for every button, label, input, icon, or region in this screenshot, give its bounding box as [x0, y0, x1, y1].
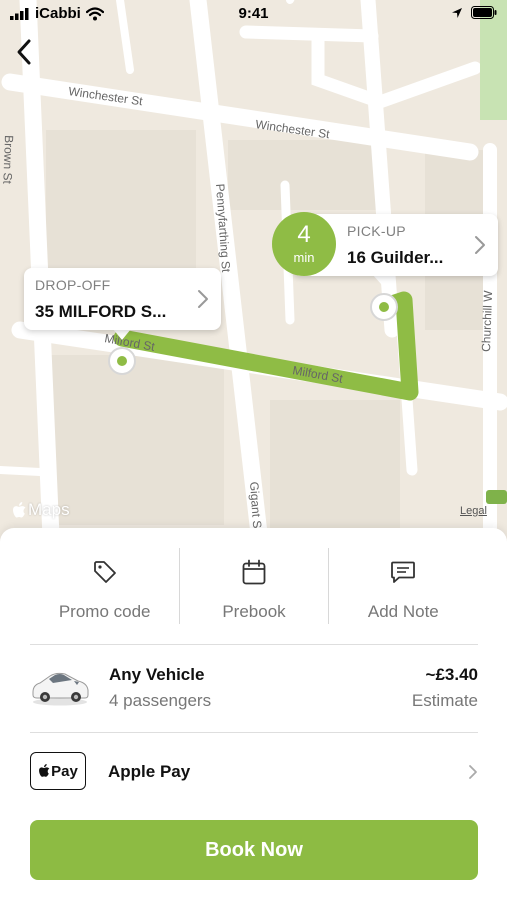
- action-row: Promo code Prebook Add Note: [30, 546, 478, 626]
- pickup-address: 16 Guilder...: [347, 248, 444, 267]
- legal-link[interactable]: Legal: [460, 505, 487, 517]
- vehicle-option[interactable]: Any Vehicle 4 passengers ~£3.40 Estimate: [30, 646, 478, 732]
- section-divider: [30, 732, 478, 733]
- dropoff-callout[interactable]: DROP-OFF 35 MILFORD S...: [24, 268, 221, 330]
- maps-label: Maps: [28, 500, 70, 519]
- chevron-left-icon: [17, 39, 31, 65]
- battery-icon: [471, 6, 497, 19]
- chevron-right-icon: [469, 765, 477, 779]
- booking-screen: Winchester St Winchester St Brown St Pen…: [0, 0, 507, 900]
- fare-price: ~£3.40: [425, 665, 478, 684]
- dropoff-address: 35 MILFORD S...: [35, 302, 167, 321]
- car-icon: [32, 672, 89, 706]
- promo-code-button[interactable]: Promo code: [30, 546, 179, 626]
- pickup-pin-icon: [370, 293, 398, 321]
- status-right-group: [451, 6, 497, 19]
- action-divider: [328, 548, 329, 624]
- maps-logo: Maps: [12, 500, 70, 520]
- vehicle-name: Any Vehicle: [109, 665, 205, 684]
- note-icon: [391, 561, 416, 583]
- payment-method-row[interactable]: Pay Apple Pay: [30, 734, 478, 812]
- add-note-label: Add Note: [367, 602, 439, 621]
- chevron-right-icon: [198, 290, 208, 308]
- payment-method-name: Apple Pay: [108, 762, 191, 781]
- book-now-button[interactable]: Book Now: [30, 820, 478, 880]
- booking-sheet: Promo code Prebook Add Note Any Vehicle …: [0, 528, 507, 900]
- apple-logo-icon: [39, 764, 50, 777]
- prebook-label: Prebook: [222, 602, 286, 621]
- dropoff-label: DROP-OFF: [35, 277, 111, 293]
- action-divider: [179, 548, 180, 624]
- chevron-right-icon: [475, 236, 485, 254]
- prebook-button[interactable]: Prebook: [179, 546, 328, 626]
- promo-code-label: Promo code: [58, 602, 151, 621]
- eta-badge: 4 min: [272, 212, 336, 276]
- apple-pay-badge-text: Pay: [51, 762, 78, 780]
- street-label-churchill: Churchill W: [479, 290, 495, 352]
- section-divider: [30, 644, 478, 645]
- vehicle-passengers: 4 passengers: [109, 691, 212, 710]
- apple-logo-icon: [13, 501, 26, 517]
- eta-value: 4: [297, 221, 311, 248]
- calendar-icon: [242, 559, 266, 585]
- tag-icon: [93, 561, 116, 583]
- street-label-brown: Brown St: [0, 135, 16, 185]
- back-button[interactable]: [10, 36, 40, 68]
- status-time: 9:41: [238, 5, 269, 22]
- dropoff-pin-icon: [108, 347, 136, 375]
- status-bar: iCabbi 9:41: [0, 0, 507, 28]
- fare-note: Estimate: [411, 691, 478, 710]
- pickup-label: PICK-UP: [347, 223, 406, 239]
- eta-unit: min: [293, 250, 315, 265]
- add-note-button[interactable]: Add Note: [329, 546, 478, 626]
- apple-pay-badge: Pay: [30, 752, 86, 790]
- location-arrow-icon: [452, 7, 462, 18]
